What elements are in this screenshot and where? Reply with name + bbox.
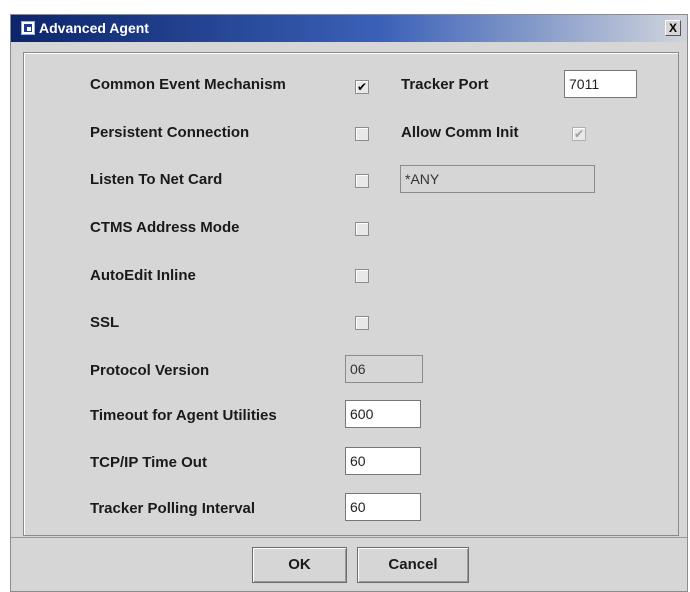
common-event-mechanism-checkbox[interactable]: ✔ [355,80,369,94]
close-button[interactable]: X [665,20,681,36]
tcpip-timeout-input[interactable]: 60 [345,447,421,475]
app-icon [21,21,35,35]
autoedit-inline-label: AutoEdit Inline [90,267,196,284]
listen-to-net-card-label: Listen To Net Card [90,171,223,188]
autoedit-inline-checkbox[interactable] [355,269,369,283]
cancel-button[interactable]: Cancel [357,547,469,583]
button-divider [11,537,687,538]
ctms-address-mode-checkbox[interactable] [355,222,369,236]
timeout-agent-utilities-input[interactable]: 600 [345,400,421,428]
timeout-agent-utilities-label: Timeout for Agent Utilities [90,407,277,424]
allow-comm-init-label: Allow Comm Init [401,124,519,141]
tracker-port-input[interactable]: 7011 [564,70,637,98]
common-event-mechanism-label: Common Event Mechanism [90,76,286,93]
ctms-address-mode-label: CTMS Address Mode [90,219,240,236]
persistent-connection-label: Persistent Connection [90,124,250,141]
persistent-connection-checkbox[interactable] [355,127,369,141]
ssl-label: SSL [90,314,120,331]
protocol-version-label: Protocol Version [90,362,210,379]
tcpip-timeout-label: TCP/IP Time Out [90,454,207,471]
ssl-checkbox[interactable] [355,316,369,330]
window-title: Advanced Agent [39,20,149,36]
ok-button[interactable]: OK [252,547,347,583]
net-card-field[interactable]: *ANY [400,165,595,193]
advanced-agent-dialog: Advanced Agent X Common Event Mechanism … [10,14,688,592]
allow-comm-init-checkbox[interactable]: ✔ [572,127,586,141]
tracker-polling-interval-input[interactable]: 60 [345,493,421,521]
listen-to-net-card-checkbox[interactable] [355,174,369,188]
protocol-version-field[interactable]: 06 [345,355,423,383]
title-bar[interactable]: Advanced Agent X [11,15,687,42]
tracker-port-label: Tracker Port [401,76,489,93]
tracker-polling-interval-label: Tracker Polling Interval [90,500,256,517]
